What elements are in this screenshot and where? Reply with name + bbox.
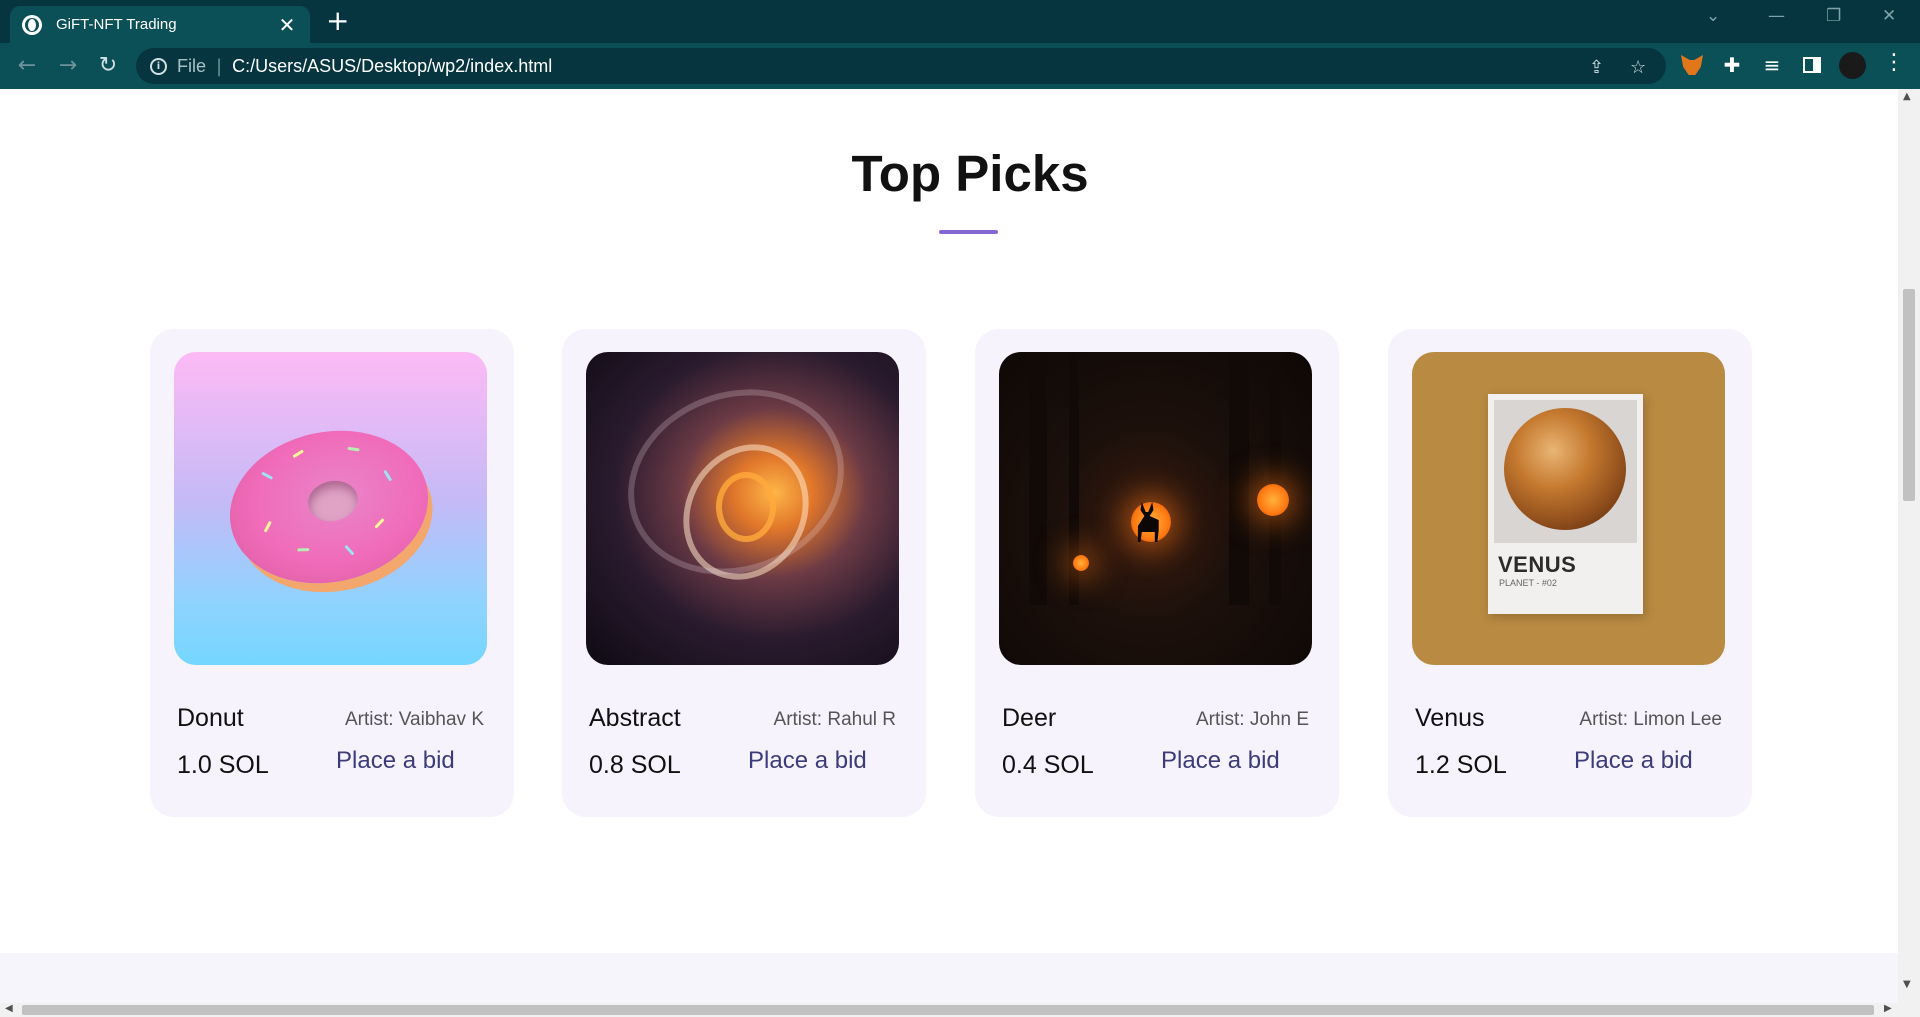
nft-name: Venus xyxy=(1415,704,1485,732)
poster-subtitle: PLANET - #02 xyxy=(1499,578,1557,588)
page-viewport: Top Picks Donut Artist: Vaibhav K 1.0 SO… xyxy=(0,89,1898,1003)
place-bid-link[interactable]: Place a bid xyxy=(748,747,867,775)
title-underline xyxy=(939,230,998,234)
url-separator: | xyxy=(216,55,223,77)
address-bar[interactable]: i File | C:/Users/ASUS/Desktop/wp2/index… xyxy=(136,48,1666,84)
scroll-left-arrow-icon[interactable]: ◀ xyxy=(5,1003,13,1014)
nft-price: 0.4 SOL xyxy=(1002,751,1094,779)
venus-poster: VENUS PLANET - #02 xyxy=(1488,394,1643,614)
scroll-up-arrow-icon[interactable]: ▲ xyxy=(1903,91,1911,102)
info-icon[interactable]: i xyxy=(150,57,167,75)
browser-toolbar: ← → ↻ i File | C:/Users/ASUS/Desktop/wp2… xyxy=(0,43,1920,89)
place-bid-link[interactable]: Place a bid xyxy=(1574,747,1693,775)
scroll-down-arrow-icon[interactable]: ▼ xyxy=(1903,979,1911,990)
vertical-scroll-thumb[interactable] xyxy=(1903,289,1915,501)
donut-graphic xyxy=(215,412,443,602)
poster-title: VENUS xyxy=(1498,552,1577,577)
close-window-button[interactable]: ✕ xyxy=(1882,6,1896,26)
nft-name: Abstract xyxy=(589,704,681,732)
back-arrow-icon[interactable]: ← xyxy=(12,51,42,81)
nft-name: Deer xyxy=(1002,704,1057,732)
next-section-band xyxy=(0,953,1898,1003)
media-control-icon[interactable]: ≡ xyxy=(1759,52,1785,78)
url-scheme: File xyxy=(177,55,207,76)
nft-image-deer[interactable] xyxy=(999,352,1312,665)
nft-card-venus[interactable]: VENUS PLANET - #02 Venus Artist: Limon L… xyxy=(1388,329,1752,817)
reload-icon[interactable]: ↻ xyxy=(93,51,123,81)
nft-artist: Artist: John E xyxy=(1196,709,1309,730)
profile-avatar[interactable] xyxy=(1839,52,1866,79)
horizontal-scroll-thumb[interactable] xyxy=(22,1005,1874,1015)
browser-tab[interactable]: GiFT-NFT Trading ✕ xyxy=(10,6,310,43)
forward-arrow-icon[interactable]: → xyxy=(53,51,83,81)
menu-dots-icon[interactable]: ⋮ xyxy=(1883,50,1905,75)
tab-title: GiFT-NFT Trading xyxy=(56,16,177,33)
nft-image-venus[interactable]: VENUS PLANET - #02 xyxy=(1412,352,1725,665)
scroll-right-arrow-icon[interactable]: ▶ xyxy=(1884,1003,1892,1014)
browser-tab-bar: GiFT-NFT Trading ✕ + ⌄ — ❐ ✕ xyxy=(0,0,1920,43)
nft-image-donut[interactable] xyxy=(174,352,487,665)
place-bid-link[interactable]: Place a bid xyxy=(336,747,455,775)
nft-price: 1.0 SOL xyxy=(177,751,269,779)
tab-search-icon[interactable]: ⌄ xyxy=(1706,6,1720,26)
nft-card-donut[interactable]: Donut Artist: Vaibhav K 1.0 SOL Place a … xyxy=(150,329,514,817)
url-text[interactable]: C:/Users/ASUS/Desktop/wp2/index.html xyxy=(232,56,552,77)
section-title: Top Picks xyxy=(851,145,1089,202)
nft-artist: Artist: Vaibhav K xyxy=(344,709,484,730)
vertical-scrollbar[interactable]: ▲ ▼ xyxy=(1898,89,1920,1003)
restore-button[interactable]: ❐ xyxy=(1826,6,1841,26)
nft-price: 1.2 SOL xyxy=(1415,751,1507,779)
nft-card-deer[interactable]: Deer Artist: John E 0.4 SOL Place a bid xyxy=(975,329,1339,817)
nft-name: Donut xyxy=(177,704,244,732)
star-icon[interactable]: ☆ xyxy=(1630,57,1646,78)
nft-price: 0.8 SOL xyxy=(589,751,681,779)
nft-artist: Artist: Limon Lee xyxy=(1579,709,1722,730)
extensions-puzzle-icon[interactable]: ✚ xyxy=(1719,52,1745,78)
nft-image-abstract[interactable] xyxy=(586,352,899,665)
tab-close-icon[interactable]: ✕ xyxy=(276,13,298,37)
side-panel-icon[interactable] xyxy=(1803,57,1821,73)
new-tab-button[interactable]: + xyxy=(326,6,349,36)
nft-card-abstract[interactable]: Abstract Artist: Rahul R 0.8 SOL Place a… xyxy=(562,329,926,817)
planet-graphic xyxy=(1504,408,1626,530)
place-bid-link[interactable]: Place a bid xyxy=(1161,747,1280,775)
nft-artist: Artist: Rahul R xyxy=(773,709,896,730)
globe-icon xyxy=(22,14,42,35)
share-icon[interactable]: ⇪ xyxy=(1589,57,1604,78)
horizontal-scrollbar[interactable]: ◀ ▶ xyxy=(0,1003,1920,1017)
minimize-button[interactable]: — xyxy=(1768,6,1785,26)
